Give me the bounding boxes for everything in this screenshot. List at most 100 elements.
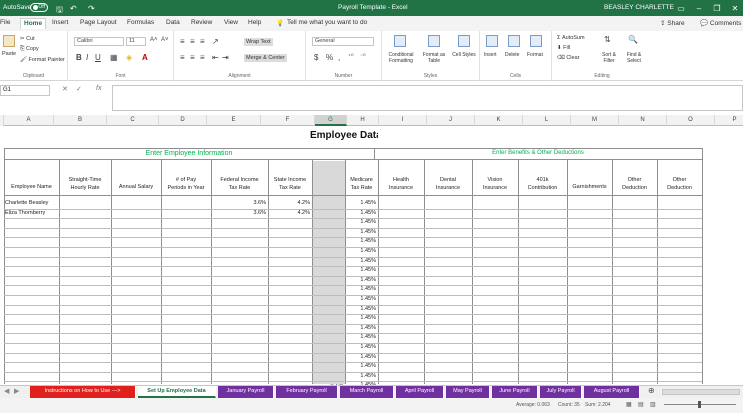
delete-cells-icon[interactable] (508, 35, 520, 47)
align-top-icon[interactable]: ≡ (180, 37, 185, 46)
copy-button[interactable]: ⎘ Copy (20, 46, 39, 53)
font-color-icon[interactable]: A (142, 53, 148, 62)
autosave-toggle[interactable]: Off (30, 3, 48, 12)
column-header-h[interactable]: H (347, 115, 379, 126)
horizontal-scrollbar[interactable] (662, 389, 740, 395)
comments-button[interactable]: 💬 Comments (700, 19, 741, 27)
column-header-b[interactable]: B (54, 115, 107, 126)
sort-filter-button[interactable]: Sort & Filter (598, 52, 620, 64)
cell-medicare[interactable]: 1.45% (345, 200, 376, 207)
sheet-tab-1[interactable]: Set Up Employee Data (138, 386, 216, 398)
center-icon[interactable]: ≡ (190, 53, 195, 62)
column-header-o[interactable]: O (667, 115, 715, 126)
column-header-k[interactable]: K (475, 115, 523, 126)
cell-medicare[interactable]: 1.45% (345, 229, 376, 236)
column-header-a[interactable]: A (4, 115, 54, 126)
align-bottom-icon[interactable]: ≡ (200, 37, 205, 46)
undo-icon[interactable]: ↶ (70, 4, 77, 13)
tab-help[interactable]: Help (248, 19, 261, 26)
italic-icon[interactable]: I (86, 53, 88, 62)
grow-font-icon[interactable]: A˄ (150, 36, 158, 45)
tab-review[interactable]: Review (191, 19, 212, 26)
cell-medicare[interactable]: 1.45% (345, 238, 376, 245)
column-header-l[interactable]: L (523, 115, 571, 126)
merge-center-button[interactable]: Merge & Center (244, 54, 287, 62)
format-cells-button[interactable]: Format (527, 52, 543, 58)
font-size-select[interactable]: 11 (126, 37, 146, 46)
cell-medicare[interactable]: 1.45% (345, 373, 376, 380)
cell-medicare[interactable]: 1.45% (345, 258, 376, 265)
cell-medicare[interactable]: 1.45% (345, 277, 376, 284)
column-header-g[interactable]: G (315, 115, 347, 126)
delete-cells-button[interactable]: Delete (505, 52, 519, 58)
page-break-view-icon[interactable]: ▥ (650, 401, 656, 408)
insert-cells-button[interactable]: Insert (484, 52, 497, 58)
clear-button[interactable]: ⌫ Clear (557, 55, 579, 61)
sort-filter-icon[interactable]: ⇅ (604, 35, 611, 44)
format-as-table-icon[interactable] (428, 35, 440, 47)
tell-me-box[interactable]: Tell me what you want to do (287, 19, 367, 26)
ribbon-display-icon[interactable]: ▭ (672, 4, 690, 13)
minimize-icon[interactable]: – (690, 4, 708, 13)
cancel-icon[interactable]: ✕ (62, 85, 68, 93)
normal-view-icon[interactable]: ▦ (626, 401, 632, 408)
tab-insert[interactable]: Insert (52, 19, 68, 26)
sheet-tab-7[interactable]: June Payroll (492, 386, 538, 398)
sheet-tab-2[interactable]: January Payroll (218, 386, 274, 398)
cell-state[interactable]: 4.2% (268, 200, 310, 207)
shrink-font-icon[interactable]: A˅ (161, 36, 169, 45)
conditional-formatting-icon[interactable] (394, 35, 406, 47)
number-format-select[interactable]: General (312, 37, 374, 46)
new-sheet-icon[interactable]: ⊕ (648, 386, 655, 395)
formula-input[interactable] (112, 85, 743, 111)
column-header-m[interactable]: M (571, 115, 619, 126)
column-header-f[interactable]: F (261, 115, 315, 126)
cell-medicare[interactable]: 1.45% (345, 267, 376, 274)
cell-medicare[interactable]: 1.45% (345, 286, 376, 293)
worksheet-grid[interactable]: ABCDEFGHIJKLMNOP Employee Data Enter Emp… (0, 115, 743, 385)
format-as-table-button[interactable]: Format as Table (420, 52, 448, 64)
redo-icon[interactable]: ↷ (88, 4, 95, 13)
decrease-decimal-icon[interactable]: ⁻⁰ (360, 53, 366, 62)
name-box[interactable]: G1 (0, 85, 50, 96)
paste-button[interactable]: Paste (2, 51, 16, 57)
orientation-icon[interactable]: ↗ (212, 37, 219, 46)
tab-data[interactable]: Data (166, 19, 180, 26)
cell-state[interactable]: 4.2% (268, 210, 310, 217)
cell-medicare[interactable]: 1.45% (345, 306, 376, 313)
percent-icon[interactable]: % (326, 53, 333, 62)
currency-icon[interactable]: $ (314, 53, 318, 62)
cell-medicare[interactable]: 1.45% (345, 296, 376, 303)
tab-view[interactable]: View (224, 19, 238, 26)
format-cells-icon[interactable] (530, 35, 542, 47)
conditional-formatting-button[interactable]: Conditional Formatting (386, 52, 416, 64)
column-header-n[interactable]: N (619, 115, 667, 126)
column-header-j[interactable]: J (427, 115, 475, 126)
increase-decimal-icon[interactable]: ⁺⁰ (348, 53, 354, 62)
underline-icon[interactable]: U (95, 53, 101, 62)
zoom-slider-handle[interactable] (698, 401, 701, 408)
enter-icon[interactable]: ✓ (76, 85, 82, 93)
cell-medicare[interactable]: 1.45% (345, 210, 376, 217)
user-name[interactable]: BEASLEY CHARLETTE (604, 4, 674, 11)
scroll-left-icon[interactable]: ◀ (4, 387, 9, 395)
bold-icon[interactable]: B (76, 53, 82, 62)
find-select-icon[interactable]: 🔍 (628, 35, 638, 44)
sheet-tab-6[interactable]: May Payroll (446, 386, 490, 398)
fill-color-icon[interactable]: ◈ (126, 53, 132, 62)
column-header-c[interactable]: C (107, 115, 159, 126)
cell-medicare[interactable]: 1.45% (345, 219, 376, 226)
decrease-indent-icon[interactable]: ⇤ (212, 53, 219, 62)
align-right-icon[interactable]: ≡ (200, 53, 205, 62)
column-header-e[interactable]: E (207, 115, 261, 126)
insert-cells-icon[interactable] (486, 35, 498, 47)
tab-page-layout[interactable]: Page Layout (80, 19, 117, 26)
cell-medicare[interactable]: 1.45% (345, 315, 376, 322)
comma-icon[interactable]: , (338, 53, 340, 62)
close-icon[interactable]: ✕ (726, 4, 743, 13)
cell-name[interactable]: Eliza Thornberry (5, 210, 59, 217)
paste-icon[interactable] (3, 35, 15, 47)
wrap-text-button[interactable]: Wrap Text (244, 38, 273, 46)
cell-name[interactable]: Charlette Beasley (5, 200, 59, 207)
cell-styles-button[interactable]: Cell Styles (452, 52, 476, 58)
